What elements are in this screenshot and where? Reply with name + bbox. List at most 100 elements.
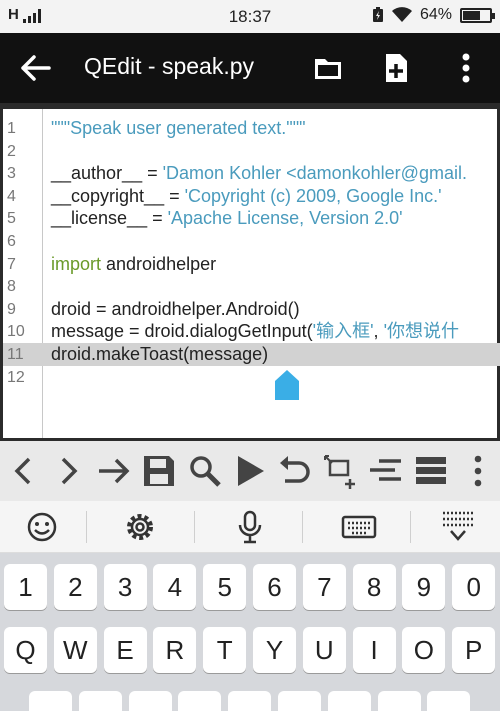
keyboard-key[interactable] <box>228 691 272 711</box>
code-text: """Speak user generated text.""" <box>51 117 305 140</box>
chevron-right-icon[interactable] <box>50 453 86 489</box>
keyboard-key[interactable] <box>29 691 72 711</box>
keyboard-key[interactable] <box>128 691 172 711</box>
code-text: droid = androidhelper.Android() <box>51 298 300 321</box>
key-9[interactable]: 9 <box>402 564 446 610</box>
battery-percent: 64% <box>419 6 452 23</box>
keyboard-key[interactable] <box>278 691 321 711</box>
line-number: 9 <box>7 300 16 318</box>
line-number: 2 <box>7 142 16 160</box>
settings-icon[interactable] <box>122 509 158 545</box>
app-bar: QEdit - speak.py <box>0 33 500 103</box>
key-3[interactable]: 3 <box>103 564 147 610</box>
key-7[interactable]: 7 <box>302 564 346 610</box>
code-line[interactable]: 8 <box>3 275 500 298</box>
indent-icon[interactable] <box>367 453 403 489</box>
code-line[interactable]: 2 <box>3 140 500 163</box>
more-vert-icon[interactable] <box>450 51 482 85</box>
line-number: 1 <box>7 120 16 137</box>
key-r[interactable]: R <box>153 627 197 673</box>
key-2[interactable]: 2 <box>53 564 97 610</box>
key-w[interactable]: W <box>53 627 97 673</box>
key-u[interactable]: U <box>302 627 346 673</box>
chevron-left-icon[interactable] <box>6 453 42 489</box>
code-line[interactable]: 5 __license__ = 'Apache License, Version … <box>3 207 500 230</box>
code-text: __copyright__ = 'Copyright (c) 2009, Goo… <box>51 185 442 208</box>
folder-icon[interactable] <box>312 51 344 85</box>
code-line[interactable]: 10 message = droid.dialogGetInput('输入框', … <box>3 320 500 343</box>
code-text: droid.makeToast(message) <box>51 343 268 366</box>
line-number: 4 <box>7 187 16 205</box>
save-icon[interactable] <box>141 453 177 489</box>
code-token: androidhelper <box>101 253 217 274</box>
keyboard-key[interactable] <box>427 691 471 711</box>
code-line[interactable]: 11 droid.makeToast(message) <box>3 343 500 366</box>
keyboard-toolbar <box>0 501 500 553</box>
line-number: 10 <box>7 323 25 341</box>
key-4[interactable]: 4 <box>153 564 197 610</box>
keyboard-hide-icon[interactable] <box>440 509 476 545</box>
line-number: 3 <box>7 165 16 183</box>
microphone-icon[interactable] <box>232 509 268 545</box>
undo-icon[interactable] <box>277 453 313 489</box>
line-number: 8 <box>7 278 16 296</box>
code-token: __license__ = <box>51 208 168 229</box>
code-line[interactable]: 6 <box>3 230 500 253</box>
key-6[interactable]: 6 <box>253 564 296 610</box>
code-line[interactable]: 1 """Speak user generated text.""" <box>3 117 500 140</box>
search-icon[interactable] <box>187 453 223 489</box>
key-y[interactable]: Y <box>253 627 296 673</box>
status-bar: H 18:37 64% <box>0 0 500 33</box>
code-token: __copyright__ = <box>51 185 185 206</box>
editor-toolbar <box>0 441 500 501</box>
battery-saver-icon <box>372 7 383 22</box>
line-number: 12 <box>7 368 25 386</box>
key-0[interactable]: 0 <box>452 564 496 610</box>
key-q[interactable]: Q <box>4 627 47 673</box>
keyboard-key[interactable] <box>178 691 222 711</box>
keyboard-key[interactable] <box>327 691 371 711</box>
list-icon[interactable] <box>413 453 449 489</box>
code-token: , <box>373 321 384 342</box>
emoji-icon[interactable] <box>24 509 60 545</box>
code-text: __author__ = 'Damon Kohler <damonkohler@… <box>51 162 467 185</box>
code-editor[interactable]: 1 """Speak user generated text.""" 2 3 __aut… <box>0 103 500 441</box>
line-number: 6 <box>7 233 16 250</box>
key-8[interactable]: 8 <box>352 564 396 610</box>
string-token: """Speak user generated text.""" <box>51 118 306 138</box>
text-cursor-handle[interactable] <box>274 369 300 401</box>
line-number: 7 <box>7 255 16 273</box>
keyboard-keys: 1234567890 QWERTYUIOP <box>0 553 500 711</box>
code-token: droid.makeToast(message) <box>51 344 269 364</box>
code-token: __author__ = <box>51 163 163 184</box>
string-token: '输入框' <box>312 321 374 342</box>
keyboard-key[interactable] <box>377 691 421 711</box>
key-1[interactable]: 1 <box>4 564 47 610</box>
battery-icon <box>460 7 495 23</box>
code-line[interactable]: 12 <box>3 366 500 389</box>
key-p[interactable]: P <box>452 627 496 673</box>
page-title: QEdit - speak.py <box>84 53 255 79</box>
line-number: 5 <box>7 210 16 228</box>
code-text: import androidhelper <box>51 253 216 276</box>
code-line[interactable]: 3 __author__ = 'Damon Kohler <damonkohler… <box>3 162 500 185</box>
back-arrow-icon[interactable] <box>20 53 52 83</box>
key-o[interactable]: O <box>402 627 446 673</box>
code-line[interactable]: 9 droid = androidhelper.Android() <box>3 298 500 321</box>
key-t[interactable]: T <box>203 627 247 673</box>
key-e[interactable]: E <box>103 627 147 673</box>
keyboard-icon[interactable] <box>341 509 377 545</box>
run-icon[interactable] <box>232 453 268 489</box>
new-file-icon[interactable] <box>380 51 412 85</box>
wifi-icon <box>391 7 412 22</box>
keyboard-key[interactable] <box>78 691 122 711</box>
string-token: 'Apache License, Version 2.0' <box>167 208 403 229</box>
add-snippet-icon[interactable] <box>322 453 358 489</box>
code-line[interactable]: 4 __copyright__ = 'Copyright (c) 2009, Go… <box>3 185 500 208</box>
goto-arrow-icon[interactable] <box>96 453 132 489</box>
key-i[interactable]: I <box>352 627 396 673</box>
code-token: droid = androidhelper.Android() <box>51 298 300 319</box>
key-5[interactable]: 5 <box>203 564 247 610</box>
more-vert-icon[interactable] <box>460 453 496 489</box>
code-line[interactable]: 7 import androidhelper <box>3 253 500 276</box>
